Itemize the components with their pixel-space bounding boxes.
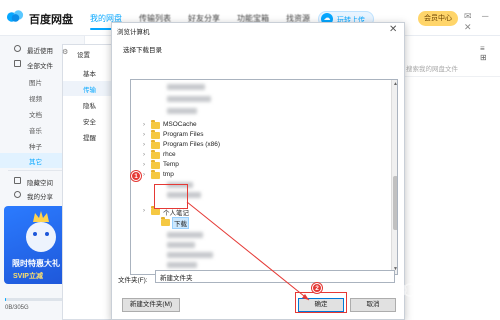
folder-tree[interactable]: › MSOCache › Program Files › Program Fil… bbox=[130, 79, 398, 275]
blurred-folder-name bbox=[167, 242, 195, 248]
sidebar-item-label: 我的分享 bbox=[27, 194, 53, 201]
watermark-text: jingyan.baidu.com bbox=[420, 285, 473, 292]
blurred-folder-name bbox=[167, 232, 203, 238]
vip-center-button[interactable]: 会员中心 bbox=[418, 11, 458, 26]
sidebar-item-label: 图片 bbox=[29, 80, 42, 87]
sidebar-item-label: 隐藏空间 bbox=[27, 180, 53, 187]
sidebar-item-label: 音乐 bbox=[29, 128, 42, 135]
folder-name-input[interactable] bbox=[155, 270, 395, 283]
dialog-caption: 选择下载目录 bbox=[123, 47, 162, 54]
settings-tab-transfer[interactable]: 传输 bbox=[63, 81, 112, 96]
step-badge-2: 2 bbox=[312, 283, 322, 293]
tree-item-label: Program Files bbox=[163, 131, 204, 138]
settings-tab-label: 提醒 bbox=[83, 135, 96, 142]
dialog-title: 浏览计算机 bbox=[117, 29, 150, 36]
main-right-area: ≡ ⊞ 搜索我的网盘文件 bbox=[400, 36, 500, 320]
settings-tab-basic[interactable]: 基本 bbox=[63, 65, 112, 80]
gear-icon: ⚙ bbox=[62, 49, 69, 56]
blurred-folder-name bbox=[167, 108, 197, 114]
view-toggle-icons[interactable]: ≡ ⊞ bbox=[480, 44, 500, 62]
scroll-up-icon[interactable]: ▲ bbox=[393, 81, 397, 87]
blurred-folder-name bbox=[167, 252, 213, 258]
lock-icon bbox=[14, 177, 21, 184]
settings-tab-reminder[interactable]: 提醒 bbox=[63, 129, 112, 144]
mascot-image bbox=[26, 222, 56, 252]
expand-icon[interactable]: › bbox=[143, 172, 149, 178]
browse-folder-dialog: 浏览计算机 ✕ 选择下载目录 › MSOCache › Program File… bbox=[111, 22, 405, 320]
settings-tab-label: 传输 bbox=[83, 87, 96, 94]
sidebar-item-label: 最近使用 bbox=[27, 48, 53, 55]
folder-icon bbox=[14, 60, 21, 67]
search-input[interactable]: 搜索我的网盘文件 bbox=[406, 63, 458, 73]
window-controls[interactable]: ✉ ─ ✕ bbox=[464, 11, 500, 33]
blurred-folder-name bbox=[167, 84, 205, 90]
folder-icon bbox=[161, 217, 170, 226]
expand-icon[interactable]: › bbox=[143, 208, 149, 214]
tree-item-label: rhce bbox=[163, 151, 176, 158]
tree-item-label: Temp bbox=[163, 161, 179, 168]
folder-icon bbox=[151, 170, 160, 179]
sidebar-item-label: 视频 bbox=[29, 96, 42, 103]
tree-item-label: 下载 bbox=[172, 217, 189, 229]
promo-title: 限时特惠大礼 bbox=[12, 259, 60, 268]
tree-item-label: tmp bbox=[163, 171, 174, 178]
folder-icon bbox=[151, 120, 160, 129]
watermark-logo bbox=[393, 283, 417, 297]
folder-icon bbox=[151, 160, 160, 169]
clock-icon bbox=[14, 45, 21, 52]
sidebar-item-label: 文档 bbox=[29, 112, 42, 119]
folder-icon bbox=[151, 140, 160, 149]
expand-icon[interactable]: › bbox=[143, 162, 149, 168]
tree-scrollbar[interactable]: ▲ ▼ bbox=[391, 80, 397, 274]
sidebar-item-label: 全部文件 bbox=[27, 63, 53, 70]
divider bbox=[400, 76, 500, 77]
blurred-folder-name bbox=[167, 96, 211, 102]
step-badge-1: 1 bbox=[131, 171, 141, 181]
tree-item-label: MSOCache bbox=[163, 121, 197, 128]
storage-bar-fill bbox=[5, 298, 7, 301]
sidebar-item-label: 种子 bbox=[29, 144, 42, 151]
folder-field-label: 文件夹(F): bbox=[118, 277, 148, 284]
folder-icon bbox=[151, 150, 160, 159]
promo-subtitle: SVIP立减 bbox=[13, 273, 43, 280]
share-icon bbox=[14, 191, 21, 198]
storage-text: 0B/305G bbox=[5, 305, 29, 311]
app-brand: 百度网盘 bbox=[29, 14, 73, 26]
tree-item-label: Program Files (x86) bbox=[163, 141, 221, 148]
settings-tab-security[interactable]: 安全 bbox=[63, 113, 112, 128]
settings-tab-label: 基本 bbox=[83, 71, 96, 78]
expand-icon[interactable]: › bbox=[143, 152, 149, 158]
expand-icon[interactable]: › bbox=[143, 142, 149, 148]
folder-icon bbox=[151, 130, 160, 139]
settings-tab-privacy[interactable]: 隐私 bbox=[63, 97, 112, 112]
blurred-folder-name bbox=[167, 262, 197, 268]
settings-tab-label: 隐私 bbox=[83, 103, 96, 110]
baidu-netdisk-logo bbox=[6, 10, 24, 22]
cancel-button[interactable]: 取消 bbox=[350, 298, 396, 312]
sidebar-item-label: 其它 bbox=[29, 159, 42, 166]
expand-icon[interactable]: › bbox=[143, 132, 149, 138]
settings-tab-label: 安全 bbox=[83, 119, 96, 126]
settings-title: 设置 bbox=[77, 52, 90, 59]
settings-panel: ⚙ 设置 基本 传输 隐私 安全 提醒 bbox=[62, 44, 112, 320]
highlight-box-target-folder bbox=[154, 184, 188, 209]
new-folder-button[interactable]: 新建文件夹(M) bbox=[122, 298, 180, 312]
expand-icon[interactable]: › bbox=[143, 122, 149, 128]
highlight-box-ok-button bbox=[295, 292, 347, 313]
folder-icon bbox=[151, 206, 160, 215]
close-icon[interactable]: ✕ bbox=[389, 24, 397, 35]
scrollbar-thumb[interactable] bbox=[393, 176, 397, 230]
